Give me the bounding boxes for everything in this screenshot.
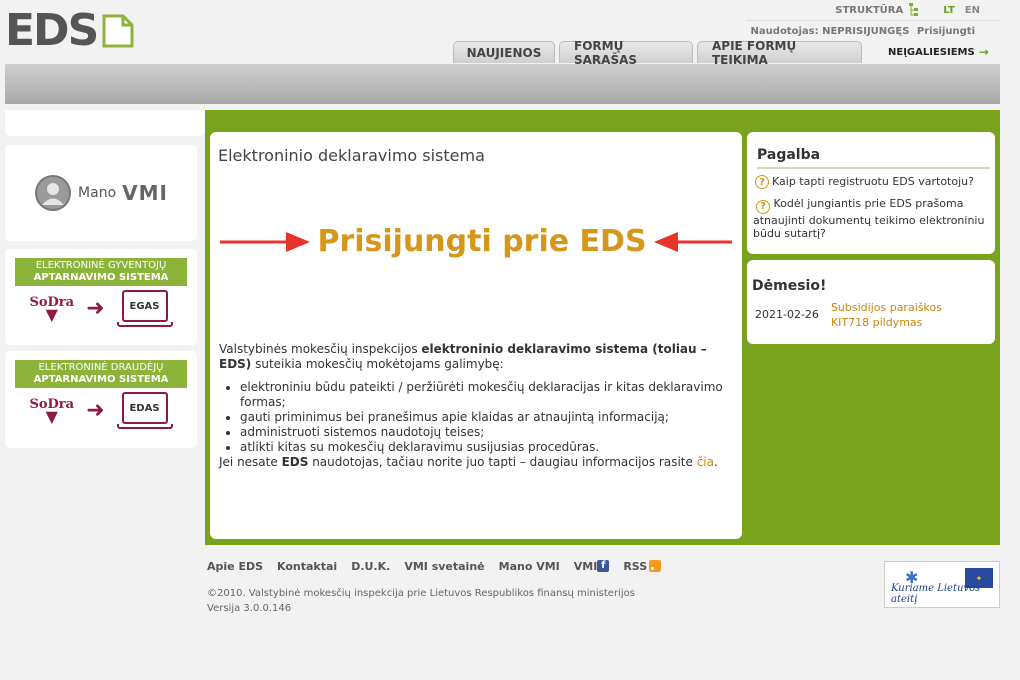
left-top-panel — [5, 110, 205, 136]
sodra-v-icon: ▼ — [45, 406, 58, 426]
eds-logo[interactable]: EDS — [5, 5, 165, 56]
intro-paragraph: Valstybinės mokesčių inspekcijos elektro… — [219, 342, 734, 372]
list-item: elektroniniu būdu pateikti / peržiūrėti … — [240, 380, 734, 410]
main-panel: Elektroninio deklaravimo sistema Prisiju… — [210, 132, 742, 539]
help-item[interactable]: ? Kodėl jungiantis prie EDS prašoma atna… — [753, 197, 987, 240]
lang-en-link[interactable]: EN — [965, 5, 980, 16]
sitemap-icon — [909, 3, 919, 16]
mano-text: Mano — [78, 185, 117, 201]
more-info-paragraph: Jei nesate EDS naudotojas, tačiau norite… — [219, 455, 734, 470]
login-eds-link[interactable]: Prisijungti prie EDS — [317, 224, 646, 259]
version-text: Versija 3.0.0.146 — [207, 603, 292, 614]
user-avatar-icon — [35, 175, 72, 211]
features-list: elektroniniu būdu pateikti / peržiūrėti … — [240, 380, 734, 455]
footer-link-rss[interactable]: RSS — [623, 560, 662, 573]
sodra-logo: SoDra ▼ — [29, 398, 74, 426]
vmi-text: VMI — [122, 181, 168, 205]
edas-screen-label: EDAS — [121, 392, 168, 424]
footer-link-apie-eds[interactable]: Apie EDS — [207, 560, 263, 573]
copyright: ©2010. Valstybinė mokesčių inspekcija pr… — [207, 586, 635, 616]
more-pre: Jei nesate — [219, 455, 282, 469]
list-item: gauti priminimus bei pranešimus apie kla… — [240, 410, 734, 425]
footer-link-mano-vmi[interactable]: Mano VMI — [499, 560, 560, 573]
question-icon: ? — [755, 175, 769, 189]
tab-formu-sarasas[interactable]: FORMŲ SĄRAŠAS — [559, 39, 693, 67]
logo-text: EDS — [5, 5, 99, 56]
news-item: 2021-02-26 Subsidijos paraiškos KIT718 p… — [755, 300, 995, 330]
copyright-text: ©2010. Valstybinė mokesčių inspekcija pr… — [207, 588, 635, 599]
edas-graphic: SoDra ▼ ➜ EDAS — [5, 392, 197, 429]
more-post: naudotojas, tačiau norite juo tapti – da… — [308, 455, 697, 469]
more-bold: EDS — [281, 455, 309, 469]
rss-label: RSS — [623, 560, 648, 573]
tab-naujienos[interactable]: NAUJIENOS — [453, 41, 555, 63]
sodra-logo: SoDra ▼ — [29, 296, 74, 324]
help-item[interactable]: ? Kaip tapti registruotu EDS vartotoju? — [755, 175, 987, 189]
help-title: Pagalba — [757, 147, 990, 169]
more-info-link[interactable]: čia — [697, 455, 714, 469]
top-utility-bar: STRUKTŪRA LT EN — [835, 3, 980, 17]
list-item: atlikti kitas su mokesčių deklaravimu su… — [240, 440, 734, 455]
footer-link-duk[interactable]: D.U.K. — [351, 560, 390, 573]
eu-motto: Kuriame Lietuvos ateitį — [891, 583, 981, 605]
arrow-right-icon: ➜ — [86, 296, 105, 321]
edas-banner[interactable]: ELEKTRONINĖ DRAUDĖJŲ APTARNAVIMO SISTEMA… — [5, 351, 197, 448]
attention-panel: Dėmesio! 2021-02-26 Subsidijos paraiškos… — [747, 260, 995, 344]
login-link[interactable]: Prisijungti — [917, 26, 975, 37]
accessibility-label: NEĮGALIESIEMS — [888, 46, 975, 58]
news-link[interactable]: Subsidijos paraiškos KIT718 pildymas — [831, 300, 981, 330]
edas-title-line2: APTARNAVIMO SISTEMA — [33, 374, 169, 385]
user-status: Naudotojas: NEPRISIJUNGĘS Prisijungti — [746, 20, 1000, 37]
user-label: Naudotojas: NEPRISIJUNGĘS — [750, 26, 910, 37]
header-banner-bar — [5, 64, 1000, 104]
attention-title: Dėmesio! — [752, 278, 827, 294]
more-end: . — [713, 455, 718, 469]
sodra-v-icon: ▼ — [45, 304, 58, 324]
question-icon: ? — [756, 199, 770, 214]
egas-banner[interactable]: ELEKTRONINĖ GYVENTOJŲ APTARNAVIMO SISTEM… — [5, 249, 197, 345]
egas-screen-label: EGAS — [121, 290, 168, 322]
tab-apie-formu-teikima[interactable]: APIE FORMŲ TEIKIMĄ — [697, 39, 862, 67]
intro-pre: Valstybinės mokesčių inspekcijos — [219, 342, 422, 356]
egas-title-line2: APTARNAVIMO SISTEMA — [33, 272, 169, 283]
page-title: Elektroninio deklaravimo sistema — [218, 146, 485, 165]
footer-links: Apie EDS Kontaktai D.U.K. VMI svetainė M… — [207, 560, 662, 573]
egas-graphic: SoDra ▼ ➜ EGAS — [5, 290, 197, 327]
main-nav-tabs: NAUJIENOS FORMŲ SĄRAŠAS APIE FORMŲ TEIKI… — [453, 39, 999, 67]
footer-link-kontaktai[interactable]: Kontaktai — [277, 560, 337, 573]
help-item-text: Kodėl jungiantis prie EDS prašoma atnauj… — [753, 197, 985, 240]
intro-post: suteikia mokesčių mokėtojams galimybę: — [251, 357, 504, 371]
arrow-right-icon — [220, 231, 310, 252]
mano-vmi-banner[interactable]: Mano VMI — [5, 145, 197, 241]
intro-text: Valstybinės mokesčių inspekcijos elektro… — [219, 342, 734, 470]
facebook-icon: f — [597, 560, 610, 572]
login-call-to-action: Prisijungti prie EDS — [220, 224, 732, 259]
accessibility-link[interactable]: NEĮGALIESIEMS → — [866, 41, 999, 63]
egas-title: ELEKTRONINĖ GYVENTOJŲ APTARNAVIMO SISTEM… — [15, 258, 187, 286]
laptop-icon: EDAS — [116, 392, 173, 429]
arrow-right-icon: → — [978, 45, 989, 59]
rss-icon — [649, 560, 662, 572]
edas-title-line1: ELEKTRONINĖ DRAUDĖJŲ — [38, 362, 164, 373]
document-icon — [102, 14, 134, 48]
arrow-left-icon — [654, 231, 732, 252]
egas-title-line1: ELEKTRONINĖ GYVENTOJŲ — [35, 260, 167, 271]
edas-title: ELEKTRONINĖ DRAUDĖJŲ APTARNAVIMO SISTEMA — [15, 360, 187, 388]
help-item-text: Kaip tapti registruotu EDS vartotoju? — [772, 175, 974, 188]
vmi-fb-label: VMI — [573, 560, 598, 573]
structure-link[interactable]: STRUKTŪRA — [835, 5, 903, 16]
eu-funding-logo[interactable]: ✱ ✦ Kuriame Lietuvos ateitį — [884, 561, 1000, 608]
lang-lt-link[interactable]: LT — [943, 5, 955, 16]
news-date: 2021-02-26 — [755, 308, 819, 321]
arrow-right-icon: ➜ — [86, 398, 105, 423]
list-item: administruoti sistemos naudotojų teises; — [240, 425, 734, 440]
footer-link-vmi-svetaine[interactable]: VMI svetainė — [404, 560, 484, 573]
help-panel: Pagalba ? Kaip tapti registruotu EDS var… — [747, 132, 995, 254]
laptop-icon: EGAS — [116, 290, 173, 327]
footer-link-vmi-facebook[interactable]: VMI f — [574, 560, 610, 573]
